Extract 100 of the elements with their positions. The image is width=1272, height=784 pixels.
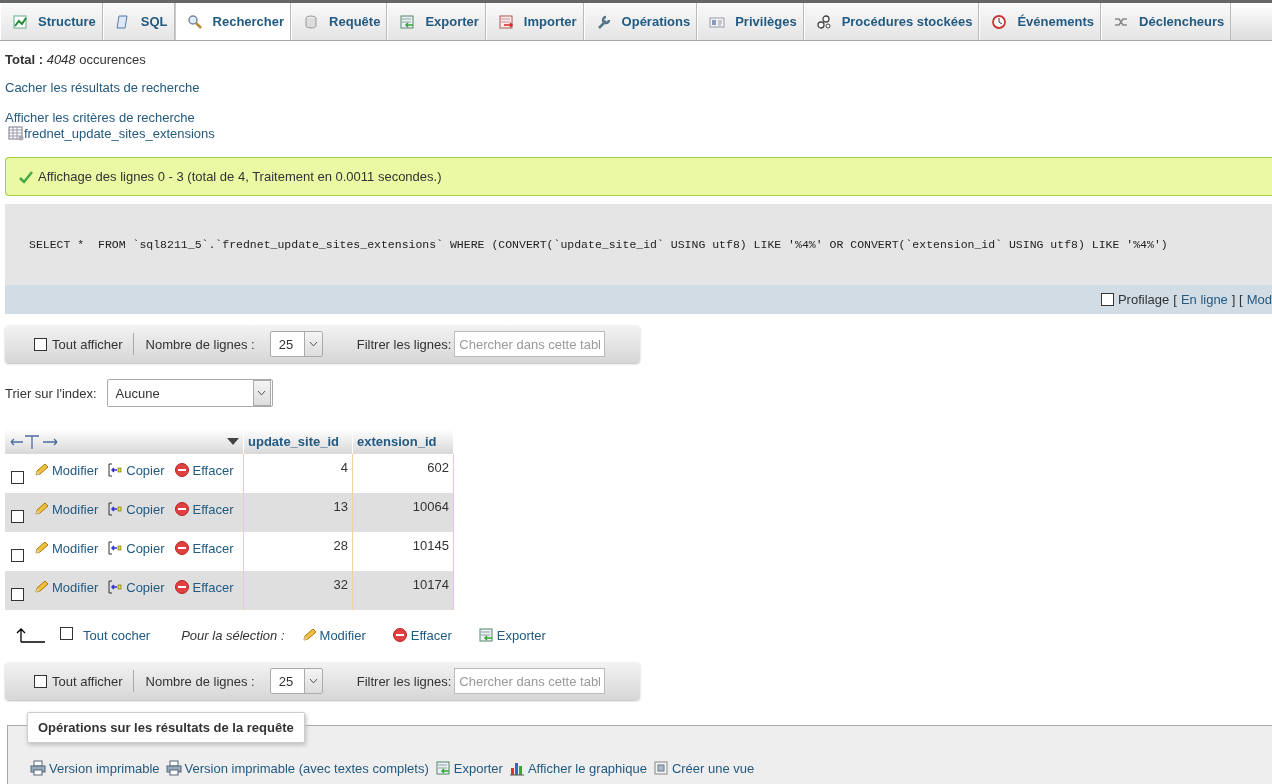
- action-link[interactable]: Modifier: [33, 579, 99, 595]
- dropdown-caret-icon[interactable]: [227, 437, 239, 446]
- action-link[interactable]: Modifier: [33, 540, 99, 556]
- tab[interactable]: Déclencheurs: [1101, 3, 1232, 40]
- action-link[interactable]: Modifier: [33, 501, 99, 517]
- export-icon: [399, 13, 416, 30]
- action-link[interactable]: Copier: [107, 462, 165, 478]
- bracket-text: ] [: [1231, 292, 1243, 307]
- filter-field[interactable]: Chercher dans cette tabl: [454, 668, 606, 694]
- show-all-label[interactable]: Tout afficher: [52, 336, 123, 352]
- copy-icon: [107, 540, 124, 556]
- action-link[interactable]: Copier: [107, 501, 165, 517]
- tab[interactable]: Requête: [291, 3, 388, 40]
- filter-label: Filtrer les lignes:: [356, 673, 452, 689]
- tab[interactable]: Importer: [485, 3, 584, 40]
- pencil-icon: [33, 579, 49, 595]
- action-link[interactable]: Modifier: [33, 462, 99, 478]
- profiling-link[interactable]: En ligne: [1180, 292, 1228, 307]
- show-all-label[interactable]: Tout afficher: [52, 673, 123, 689]
- tab[interactable]: Privilèges: [697, 3, 804, 40]
- row-checkbox[interactable]: [11, 510, 24, 523]
- view-icon: [652, 760, 669, 776]
- caret-icon: [308, 341, 318, 347]
- action-link[interactable]: Copier: [107, 540, 165, 556]
- table-cell: 10174: [412, 577, 449, 592]
- action-link[interactable]: Effacer: [173, 501, 234, 517]
- bar-chart-icon: [508, 760, 525, 776]
- tab[interactable]: Procédures stockées: [803, 3, 980, 40]
- column-header[interactable]: extension_id: [352, 429, 454, 454]
- profiling-link[interactable]: Mod: [1246, 292, 1272, 307]
- table-icon: [8, 125, 24, 141]
- action-link[interactable]: Version imprimable: [30, 760, 160, 776]
- row-checkbox[interactable]: [11, 588, 24, 601]
- tab[interactable]: Événements: [979, 3, 1102, 40]
- pencil-icon: [33, 540, 49, 556]
- document-icon: [114, 13, 131, 30]
- profiling-checkbox[interactable]: [1100, 293, 1114, 306]
- rows-label: Nombre de lignes :: [145, 673, 255, 689]
- action-link[interactable]: Effacer: [173, 579, 234, 595]
- column-header[interactable]: update_site_id: [243, 429, 353, 454]
- action-link[interactable]: Afficher le graphique: [508, 760, 647, 776]
- pencil-icon: [300, 627, 317, 643]
- tab[interactable]: Rechercher: [174, 3, 292, 40]
- export-icon: [434, 760, 451, 776]
- pencil-icon: [33, 501, 49, 517]
- pencil-icon: [33, 462, 49, 478]
- action-link[interactable]: Effacer: [173, 540, 234, 556]
- success-message: Affichage des lignes 0 - 3 (total de 4, Traitement en 0.0011 secondes.): [5, 157, 1272, 196]
- show-criteria-link[interactable]: Afficher les critères de recherche: [5, 110, 195, 125]
- action-link[interactable]: Copier: [107, 579, 165, 595]
- with-selected-label: Pour la sélection :: [181, 627, 285, 643]
- tab[interactable]: Opérations: [583, 3, 698, 40]
- filter-field[interactable]: Chercher dans cette tabl: [454, 331, 606, 357]
- hide-results-link[interactable]: Cacher les résultats de recherche: [5, 80, 200, 95]
- copy-icon: [107, 501, 124, 517]
- checkbox[interactable]: [60, 627, 73, 640]
- action-link[interactable]: Créer une vue: [652, 760, 755, 776]
- delete-icon: [173, 462, 190, 478]
- action-link[interactable]: Exporter: [434, 760, 503, 776]
- summary-text: Total : 4048 occurences: [5, 52, 146, 67]
- bulk-action[interactable]: Effacer: [391, 627, 452, 643]
- rows-select[interactable]: 25: [269, 668, 323, 694]
- sort-label: Trier sur l'index:: [5, 385, 97, 401]
- tab[interactable]: Exporter: [387, 3, 486, 40]
- select-arrow-icon: [16, 627, 46, 643]
- delete-icon: [173, 579, 190, 595]
- copy-icon: [107, 579, 124, 595]
- filter-label: Filtrer les lignes:: [356, 336, 452, 352]
- delete-icon: [391, 627, 408, 643]
- gears-icon: [815, 13, 832, 30]
- table-cell: 32: [333, 577, 348, 592]
- tab[interactable]: SQL: [102, 3, 175, 40]
- check-all-link[interactable]: Tout cocher: [83, 627, 151, 643]
- row-checkbox[interactable]: [11, 471, 24, 484]
- rows-select[interactable]: 25: [269, 331, 323, 357]
- caret-icon: [257, 390, 267, 396]
- table-cell: 10145: [412, 538, 449, 553]
- checkbox[interactable]: [34, 674, 47, 688]
- profiling-label: Profilage: [1117, 292, 1170, 307]
- delete-icon: [173, 501, 190, 517]
- table-cell: 28: [333, 538, 348, 553]
- search-icon: [186, 13, 203, 30]
- action-link[interactable]: Version imprimable (avec textes complets): [165, 760, 429, 776]
- caret-icon: [308, 678, 318, 684]
- action-link[interactable]: Effacer: [173, 462, 234, 478]
- row-checkbox[interactable]: [11, 549, 24, 562]
- table-cell: 10064: [412, 499, 449, 514]
- tab[interactable]: Structure: [0, 3, 103, 40]
- index-select[interactable]: Aucune: [106, 379, 273, 407]
- table-link[interactable]: frednet_update_sites_extensions: [8, 125, 215, 141]
- panel-legend: Opérations sur les résultats de la requête: [27, 712, 305, 743]
- checkbox[interactable]: [34, 337, 47, 351]
- database-icon: [303, 13, 320, 30]
- sql-query: SELECT * FROM `sql8211_5`.`frednet_update_sites_extensions` WHERE (CONVERT(`update_site_id` USING utf8) LIKE '%4%' OR CONVERT(`extension_id` USING utf8) LIKE '%4%'): [29, 238, 1168, 251]
- clock-icon: [991, 13, 1008, 30]
- delete-icon: [173, 540, 190, 556]
- column-arrows-icon[interactable]: [9, 432, 59, 451]
- import-icon: [497, 13, 514, 30]
- bulk-action[interactable]: Modifier: [300, 627, 366, 643]
- bulk-action[interactable]: Exporter: [477, 627, 546, 643]
